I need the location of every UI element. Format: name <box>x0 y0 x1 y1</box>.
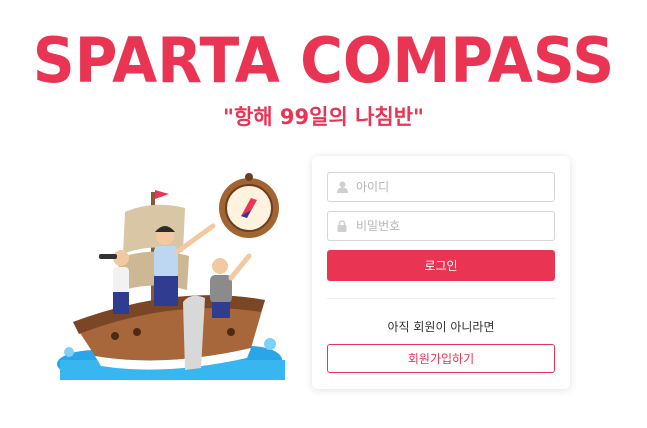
user-icon <box>328 181 356 193</box>
tagline: "항해 99일의 나침반" <box>223 105 424 129</box>
id-field[interactable] <box>327 172 555 202</box>
logo-title: SPARTA COMPASS <box>32 24 615 97</box>
divider <box>327 298 555 299</box>
password-input[interactable] <box>356 212 554 240</box>
password-field[interactable] <box>327 211 555 241</box>
ship-illustration <box>57 173 285 380</box>
signup-button[interactable]: 회원가입하기 <box>327 344 555 373</box>
login-button[interactable]: 로그인 <box>327 250 555 281</box>
signup-prompt: 아직 회원이 아니라면 <box>387 320 495 334</box>
login-card: 로그인 아직 회원이 아니라면 회원가입하기 <box>312 156 570 389</box>
id-input[interactable] <box>356 173 554 201</box>
lock-icon <box>328 220 356 232</box>
